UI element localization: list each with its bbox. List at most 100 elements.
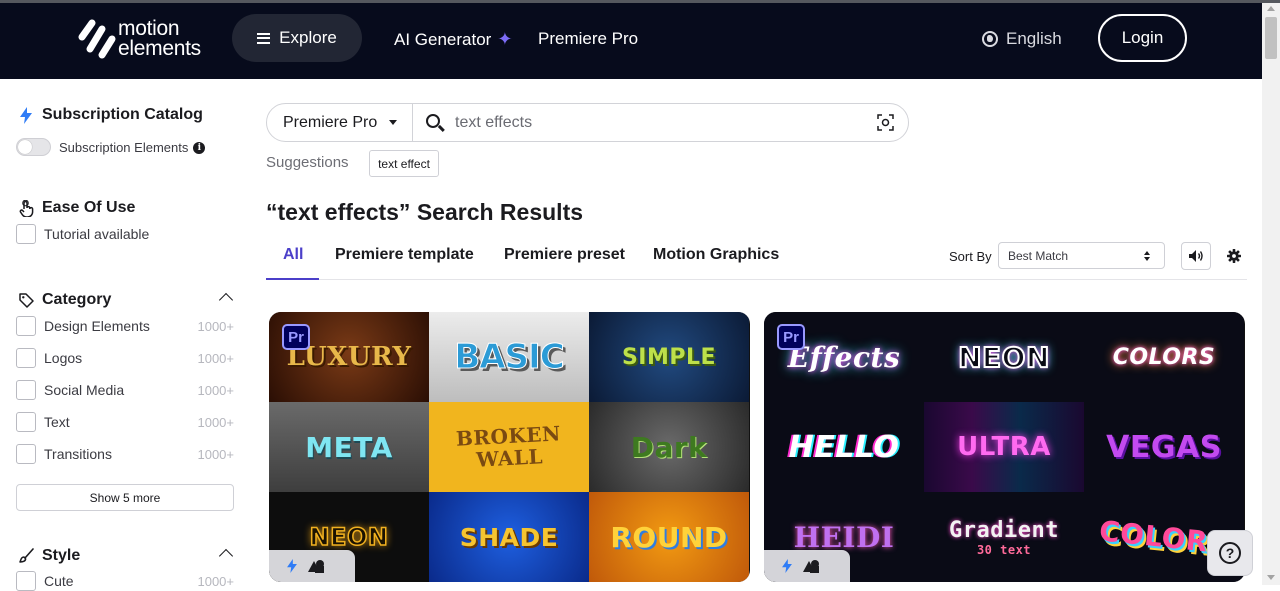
checkbox[interactable] bbox=[16, 571, 36, 591]
tile-text: ULTRA bbox=[957, 432, 1051, 462]
gear-icon bbox=[1227, 249, 1241, 263]
tile-text: SHADE bbox=[459, 522, 559, 552]
tile-text: ROUND bbox=[610, 520, 728, 554]
checkbox[interactable] bbox=[16, 348, 36, 368]
preview-tile: BASIC bbox=[429, 312, 589, 402]
shapes-icon bbox=[308, 560, 324, 573]
tile-text: COLORS bbox=[1112, 344, 1216, 370]
ai-generator-link[interactable]: AI Generator ✦ bbox=[394, 29, 512, 50]
settings-button[interactable] bbox=[1223, 245, 1245, 267]
filter-label: Cute bbox=[44, 573, 74, 589]
category-heading[interactable]: Category bbox=[18, 291, 111, 309]
globe-icon bbox=[982, 31, 998, 47]
logo-wordmark: motion elements bbox=[118, 17, 201, 60]
preview-tile: NEON bbox=[924, 312, 1084, 402]
tile-text: NEON bbox=[309, 522, 389, 552]
category-collapse-chevron-icon[interactable] bbox=[218, 292, 234, 308]
hand-pointer-icon bbox=[18, 199, 34, 217]
explore-label: Explore bbox=[279, 28, 337, 47]
logo-line-2: elements bbox=[118, 37, 201, 60]
scroll-up-arrow-icon[interactable] bbox=[1267, 6, 1275, 11]
logo-line-1: motion bbox=[118, 17, 180, 40]
scroll-down-arrow-icon[interactable] bbox=[1267, 575, 1275, 580]
subscription-elements-label-row: Subscription Elements i bbox=[59, 140, 206, 155]
category-filter-design-elements[interactable]: Design Elements 1000+ bbox=[16, 316, 234, 336]
sort-value: Best Match bbox=[1008, 248, 1069, 263]
question-mark-icon: ? bbox=[1219, 542, 1241, 564]
sort-select[interactable]: Best Match bbox=[998, 242, 1165, 269]
scrollbar-thumb[interactable] bbox=[1265, 17, 1277, 59]
checkbox[interactable] bbox=[16, 412, 36, 432]
site-header: motion elements Explore AI Generator ✦ P… bbox=[0, 3, 1262, 79]
category-filter-social-media[interactable]: Social Media 1000+ bbox=[16, 380, 234, 400]
filter-count: 1000+ bbox=[197, 414, 234, 430]
volume-button[interactable] bbox=[1181, 242, 1211, 270]
tag-icon bbox=[18, 292, 34, 308]
tabs-divider bbox=[266, 279, 1247, 280]
tile-text: HELLO bbox=[788, 429, 900, 465]
category-filter-transitions[interactable]: Transitions 1000+ bbox=[16, 444, 234, 464]
tab-motion-graphics[interactable]: Motion Graphics bbox=[653, 246, 779, 264]
style-collapse-chevron-icon[interactable] bbox=[218, 548, 234, 564]
ai-generator-label: AI Generator bbox=[394, 29, 492, 49]
checkbox[interactable] bbox=[16, 444, 36, 464]
tutorial-available-filter[interactable]: Tutorial available bbox=[16, 224, 234, 244]
subscription-elements-toggle[interactable] bbox=[16, 138, 51, 156]
filter-label: Social Media bbox=[44, 382, 125, 398]
preview-tile: ROUND bbox=[589, 492, 749, 582]
tile-text: NEON bbox=[957, 340, 1050, 375]
filter-count: 1000+ bbox=[197, 573, 234, 589]
style-filter-cute[interactable]: Cute 1000+ bbox=[16, 571, 234, 591]
motion-elements-logo[interactable]: motion elements bbox=[78, 17, 201, 63]
shapes-icon bbox=[803, 560, 819, 573]
result-card[interactable]: Pr LUXURY BASIC SIMPLE META BROKEN WALL … bbox=[269, 312, 750, 582]
subscription-elements-label: Subscription Elements bbox=[59, 140, 189, 155]
tile-subtitle: 30 text bbox=[976, 542, 1032, 557]
lightning-icon bbox=[782, 559, 792, 573]
filter-label: Tutorial available bbox=[44, 226, 150, 242]
category-filter-text[interactable]: Text 1000+ bbox=[16, 412, 234, 432]
subscription-catalog-title: Subscription Catalog bbox=[42, 106, 203, 123]
lightning-icon bbox=[18, 106, 34, 124]
preview-tile: HELLO bbox=[764, 402, 924, 492]
tab-all[interactable]: All bbox=[283, 246, 303, 264]
subscription-catalog-heading: Subscription Catalog bbox=[18, 106, 203, 124]
language-selector[interactable]: English bbox=[982, 29, 1062, 49]
category-filter-logos[interactable]: Logos 1000+ bbox=[16, 348, 234, 368]
tab-premiere-template[interactable]: Premiere template bbox=[335, 246, 474, 264]
premiere-pro-link[interactable]: Premiere Pro bbox=[538, 29, 638, 49]
show-more-button[interactable]: Show 5 more bbox=[16, 484, 234, 511]
explore-button[interactable]: Explore bbox=[232, 14, 362, 62]
language-label: English bbox=[1006, 29, 1062, 48]
style-heading[interactable]: Style bbox=[18, 547, 80, 565]
checkbox[interactable] bbox=[16, 316, 36, 336]
ease-of-use-heading: Ease Of Use bbox=[18, 199, 135, 217]
login-button[interactable]: Login bbox=[1098, 14, 1187, 62]
search-bar: Premiere Pro bbox=[266, 103, 909, 142]
search-scope-select[interactable]: Premiere Pro bbox=[267, 104, 413, 141]
checkbox[interactable] bbox=[16, 380, 36, 400]
search-input[interactable] bbox=[455, 112, 855, 134]
result-card[interactable]: Pr Effects NEON COLORS HELLO ULTRA VEGAS… bbox=[764, 312, 1245, 582]
info-icon[interactable]: i bbox=[193, 141, 206, 154]
tab-premiere-preset[interactable]: Premiere preset bbox=[504, 246, 625, 264]
premiere-pro-badge: Pr bbox=[777, 324, 805, 350]
tile-text: META bbox=[305, 430, 393, 464]
preview-tile: COLORS bbox=[1084, 312, 1244, 402]
premiere-pro-badge: Pr bbox=[282, 324, 310, 350]
filter-count: 1000+ bbox=[197, 382, 234, 398]
help-button[interactable]: ? bbox=[1207, 530, 1253, 576]
suggestion-chip[interactable]: text effect bbox=[369, 150, 439, 177]
page-scrollbar[interactable] bbox=[1262, 3, 1280, 585]
volume-icon bbox=[1189, 250, 1203, 262]
tile-text: BROKEN WALL bbox=[455, 421, 562, 472]
card-footer bbox=[269, 550, 355, 582]
tile-text: Dark bbox=[630, 430, 708, 464]
search-scope-value: Premiere Pro bbox=[283, 113, 378, 131]
filter-count: 1000+ bbox=[197, 350, 234, 366]
visual-search-icon[interactable] bbox=[877, 114, 894, 131]
preview-tile: SHADE bbox=[429, 492, 589, 582]
login-label: Login bbox=[1121, 28, 1164, 47]
filter-label: Logos bbox=[44, 350, 83, 366]
checkbox[interactable] bbox=[16, 224, 36, 244]
